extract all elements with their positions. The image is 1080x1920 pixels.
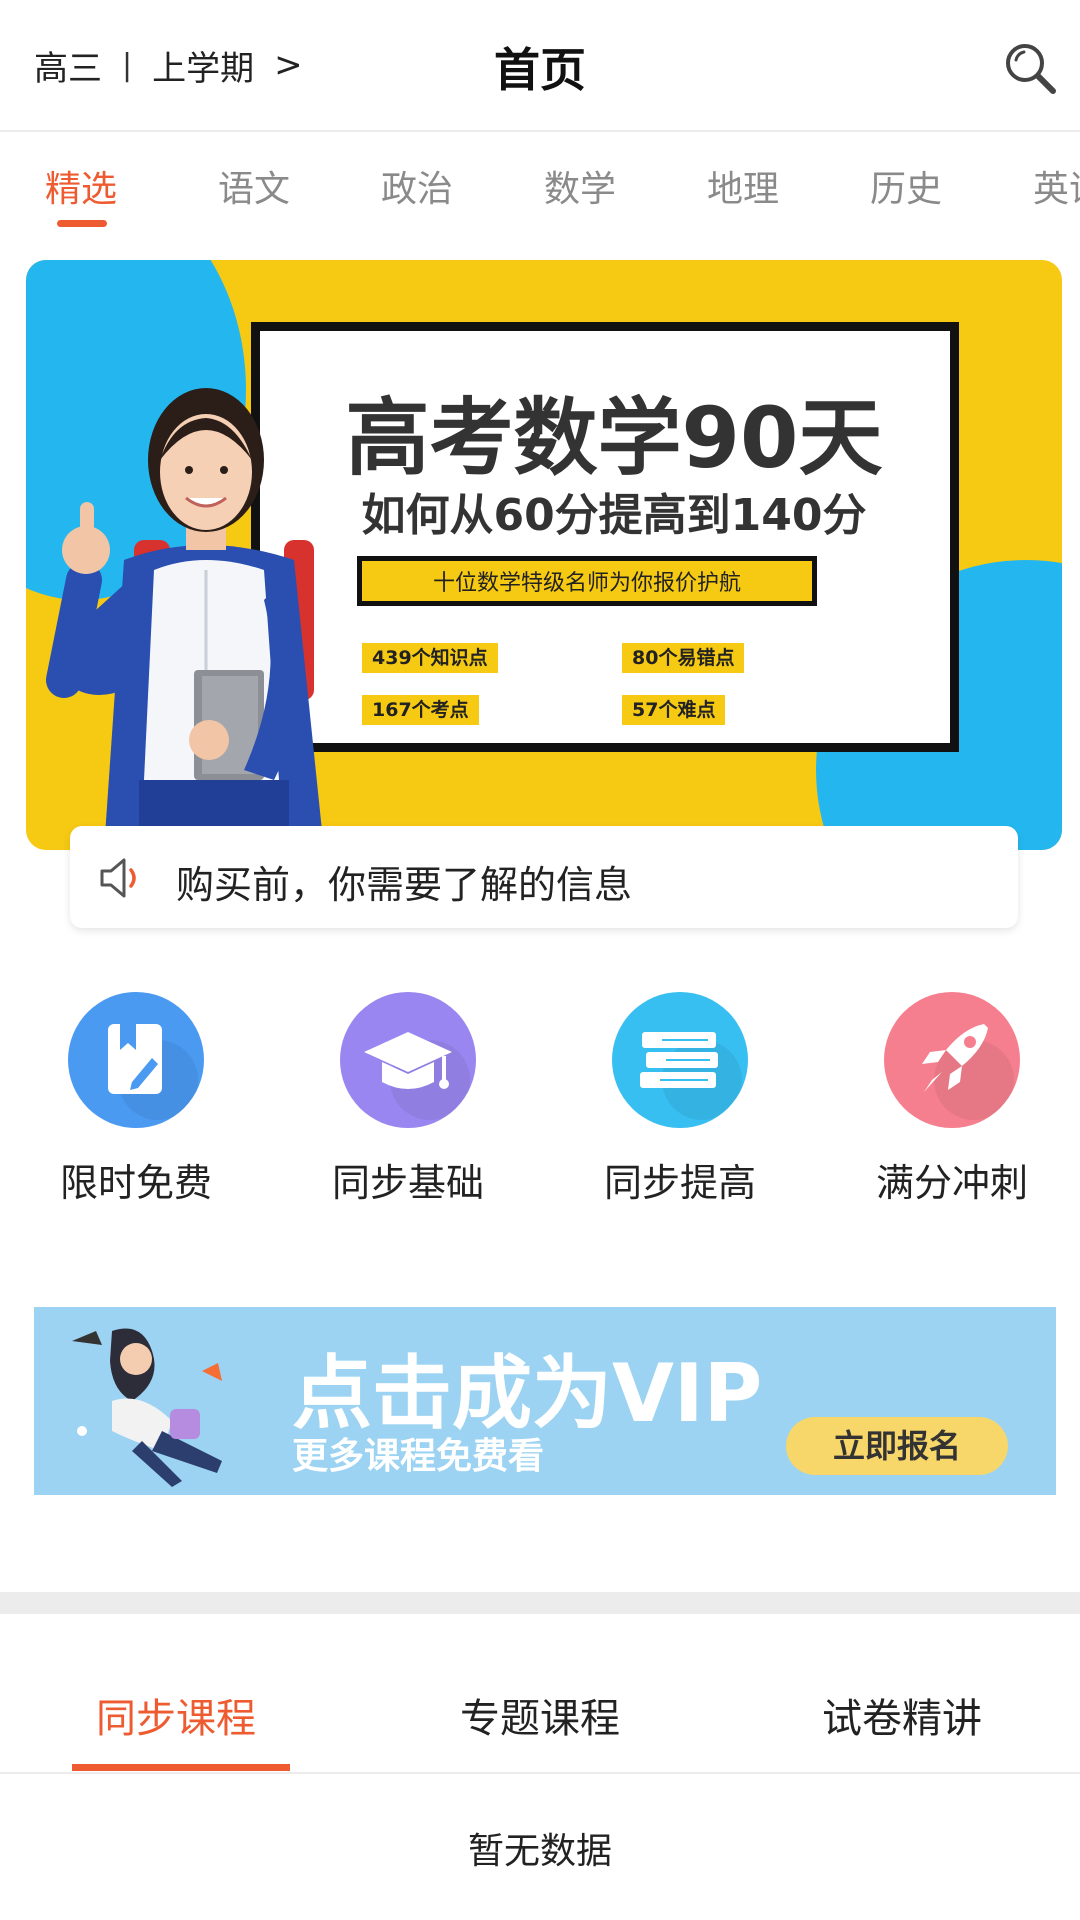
vip-signup-button[interactable]: 立即报名 bbox=[786, 1417, 1008, 1475]
graduation-cap-icon bbox=[340, 992, 476, 1128]
tab-topic-courses[interactable]: 专题课程 bbox=[460, 1686, 620, 1744]
rocket-icon bbox=[884, 992, 1020, 1128]
student-illustration bbox=[46, 388, 324, 850]
speaker-icon bbox=[100, 858, 136, 898]
banner-boxed-text: 十位数学特级名师为你报价护航 bbox=[357, 556, 817, 606]
notice-text: 购买前，你需要了解的信息 bbox=[176, 863, 633, 907]
tab-politics[interactable]: 政治 bbox=[381, 160, 453, 212]
bookmark-pencil-icon bbox=[68, 992, 204, 1128]
subject-tabs: 精选 语文 政治 数学 地理 历史 英语 bbox=[0, 132, 1080, 242]
banner-tag: 80个易错点 bbox=[622, 643, 745, 673]
feature-sync-advanced-label: 同步提高 bbox=[603, 1161, 756, 1205]
search-icon[interactable] bbox=[1000, 38, 1060, 98]
banner-frame: 高考数学90天 如何从60分提高到140分 十位数学特级名师为你报价护航 439… bbox=[251, 322, 959, 752]
section-divider bbox=[0, 1592, 1080, 1614]
active-tab-indicator bbox=[57, 220, 107, 227]
book-stack-icon bbox=[612, 992, 748, 1128]
tab-bar-divider bbox=[0, 1772, 1080, 1774]
feature-sync-basic[interactable]: 同步基础 bbox=[313, 992, 503, 1207]
banner-tag: 57个难点 bbox=[622, 695, 726, 725]
promo-banner[interactable]: 高考数学90天 如何从60分提高到140分 十位数学特级名师为你报价护航 439… bbox=[26, 260, 1062, 850]
vip-subtitle: 更多课程免费看 bbox=[292, 1436, 545, 1477]
vip-banner[interactable]: 点击成为VIP 更多课程免费看 立即报名 bbox=[34, 1307, 1056, 1495]
reading-girl-illustration bbox=[72, 1328, 222, 1487]
feature-full-score-sprint-label: 满分冲刺 bbox=[875, 1161, 1028, 1205]
tab-math[interactable]: 数学 bbox=[544, 160, 616, 212]
tab-exam-explanations[interactable]: 试卷精讲 bbox=[822, 1686, 982, 1744]
feature-sync-basic-label: 同步基础 bbox=[331, 1161, 484, 1205]
feature-sync-advanced[interactable]: 同步提高 bbox=[585, 992, 775, 1207]
banner-subline: 如何从60分提高到140分 bbox=[361, 490, 867, 541]
tab-geography[interactable]: 地理 bbox=[707, 160, 779, 212]
notice-bar[interactable]: 购买前，你需要了解的信息 bbox=[70, 826, 1018, 928]
active-bottom-tab-indicator bbox=[72, 1764, 290, 1771]
page-title: 首页 bbox=[494, 43, 586, 97]
tab-featured[interactable]: 精选 bbox=[45, 160, 117, 212]
feature-full-score-sprint[interactable]: 满分冲刺 bbox=[857, 992, 1047, 1207]
tab-chinese[interactable]: 语文 bbox=[218, 160, 290, 212]
tab-english[interactable]: 英语 bbox=[1033, 160, 1080, 212]
banner-headline: 高考数学90天 bbox=[345, 389, 883, 487]
empty-state-text: 暂无数据 bbox=[467, 1831, 612, 1872]
feature-free[interactable]: 限时免费 bbox=[41, 992, 231, 1207]
banner-tag: 167个考点 bbox=[362, 695, 479, 725]
banner-tag: 439个知识点 bbox=[362, 643, 498, 673]
tab-history[interactable]: 历史 bbox=[870, 160, 942, 212]
tab-sync-courses[interactable]: 同步课程 bbox=[96, 1686, 256, 1744]
feature-free-label: 限时免费 bbox=[59, 1161, 212, 1205]
